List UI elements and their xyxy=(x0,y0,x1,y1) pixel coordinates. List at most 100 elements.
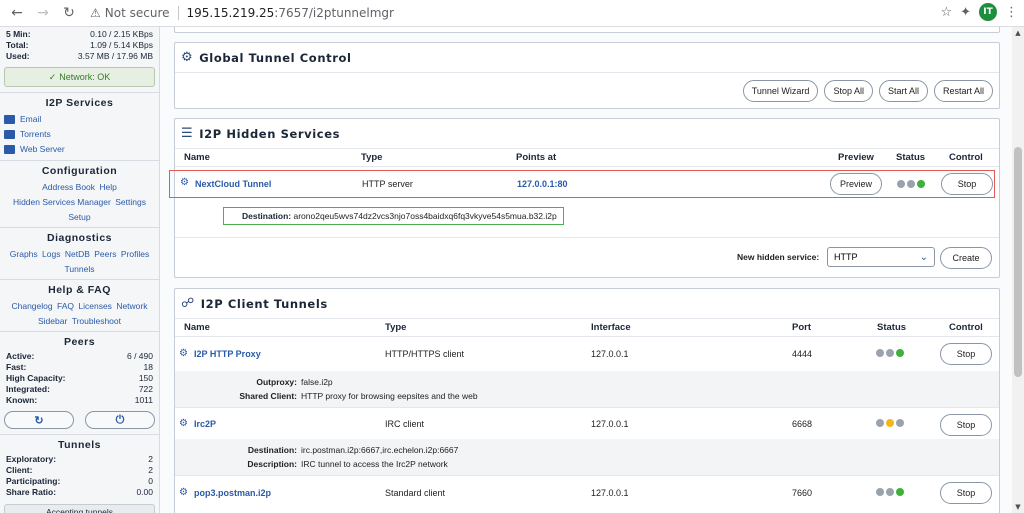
client-tunnels-panel: ☍ I2P Client Tunnels Name Type Interface… xyxy=(174,288,1000,513)
detail-label: Description: xyxy=(247,459,297,469)
link-address-book[interactable]: Address Book xyxy=(42,182,95,192)
bandwidth-used: Used: 3.57 MB / 17.96 MB xyxy=(6,51,153,61)
status-dot-running xyxy=(917,180,925,188)
gear-icon: ⚙ xyxy=(179,487,188,498)
tunnel-name[interactable]: I2P HTTP Proxy xyxy=(194,349,261,359)
link-logs[interactable]: Logs xyxy=(42,249,60,259)
link-hidden-services-manager[interactable]: Hidden Services Manager xyxy=(13,197,111,207)
tunnels-share-ratio: Share Ratio: 0.00 xyxy=(6,487,153,497)
tunnel-port: 6668 xyxy=(792,419,813,429)
configuration-links: Address Book Help Hidden Services Manage… xyxy=(0,180,159,227)
tunnel-wizard-button[interactable]: Tunnel Wizard xyxy=(742,80,819,102)
status-dot-idle xyxy=(876,419,884,427)
sidebar-item-torrents[interactable]: Torrents xyxy=(0,127,159,142)
tunnels-client: Client: 2 xyxy=(6,465,153,475)
email-icon xyxy=(4,115,15,124)
stop-tunnel-button[interactable]: Stop xyxy=(940,414,992,436)
hidden-service-name[interactable]: NextCloud Tunnel xyxy=(195,179,271,189)
link-netdb[interactable]: NetDB xyxy=(65,249,90,259)
tunnel-type: IRC client xyxy=(385,419,425,429)
status-dot-starting xyxy=(886,419,894,427)
tunnel-port: 7660 xyxy=(792,488,813,498)
link-network[interactable]: Network xyxy=(116,301,147,311)
tunnel-details: Outproxy: false.i2p Shared Client: HTTP … xyxy=(175,371,999,407)
extensions-icon[interactable]: ✦ xyxy=(960,5,971,20)
link-sidebar[interactable]: Sidebar xyxy=(38,316,67,326)
link-troubleshoot[interactable]: Troubleshoot xyxy=(72,316,121,326)
diagnostics-heading: Diagnostics xyxy=(0,227,159,247)
server-icon: ☰ xyxy=(181,126,194,141)
tunnels-exploratory: Exploratory: 2 xyxy=(6,454,153,464)
start-all-button[interactable]: Start All xyxy=(878,80,928,102)
new-hidden-service-label: New hidden service: xyxy=(737,252,820,262)
hidden-services-title: ☰ I2P Hidden Services xyxy=(175,119,999,149)
scrollbar-thumb[interactable] xyxy=(1014,147,1022,377)
url-path: :7657/i2ptunnelmgr xyxy=(274,6,394,20)
status-dot-idle xyxy=(876,488,884,496)
network-icon: ☍ xyxy=(181,296,195,311)
sidebar-item-email[interactable]: Email xyxy=(0,112,159,127)
link-changelog[interactable]: Changelog xyxy=(11,301,52,311)
menu-icon[interactable]: ⋮ xyxy=(1005,5,1018,20)
destination-value: arono2qeu5wvs74dz2vcs3njo7oss4baidxq6fq3… xyxy=(293,211,557,221)
bandwidth-total: Total: 1.09 / 5.14 KBps xyxy=(6,40,153,50)
network-status[interactable]: ✓ Network: OK xyxy=(4,67,155,87)
power-icon: ⏻ xyxy=(115,413,125,426)
status-indicator xyxy=(876,488,904,496)
stop-all-button[interactable]: Stop All xyxy=(824,80,873,102)
peers-active: Active: 6 / 490 xyxy=(6,351,153,361)
tunnel-interface: 127.0.0.1 xyxy=(591,419,629,429)
link-profiles[interactable]: Profiles xyxy=(121,249,149,259)
preview-button[interactable]: Preview xyxy=(830,173,882,195)
stop-hidden-service-button[interactable]: Stop xyxy=(941,173,993,195)
status-dot-idle xyxy=(907,180,915,188)
stop-tunnel-button[interactable]: Stop xyxy=(940,482,992,504)
help-heading: Help & FAQ xyxy=(0,279,159,299)
scroll-up-arrow-icon[interactable]: ▲ xyxy=(1012,29,1024,37)
gear-icon: ⚙ xyxy=(179,418,188,429)
stop-tunnel-button[interactable]: Stop xyxy=(940,343,992,365)
bookmark-star-icon[interactable]: ☆ xyxy=(940,5,952,20)
tunnel-interface: 127.0.0.1 xyxy=(591,349,629,359)
tunnel-name[interactable]: Irc2P xyxy=(194,419,216,429)
peers-heading: Peers xyxy=(0,331,159,351)
scrollbar[interactable]: ▲ ▼ xyxy=(1012,27,1024,513)
hidden-service-points-at[interactable]: 127.0.0.1:80 xyxy=(517,179,568,189)
chevron-down-icon: ⌄ xyxy=(919,251,928,263)
link-faq[interactable]: FAQ xyxy=(57,301,74,311)
tunnel-interface: 127.0.0.1 xyxy=(591,488,629,498)
hidden-service-type-select[interactable]: HTTP ⌄ xyxy=(827,247,935,267)
link-graphs[interactable]: Graphs xyxy=(10,249,38,259)
link-setup[interactable]: Setup xyxy=(68,212,90,222)
address-bar[interactable]: ⚠ Not secure 195.15.219.25:7657/i2ptunne… xyxy=(90,2,394,24)
tunnel-stats: Exploratory: 2 Client: 2 Participating: 0 S… xyxy=(0,454,159,498)
tunnel-name[interactable]: pop3.postman.i2p xyxy=(194,488,271,498)
sidebar-item-webserver[interactable]: Web Server xyxy=(0,142,159,157)
link-peers[interactable]: Peers xyxy=(94,249,116,259)
link-settings[interactable]: Settings xyxy=(115,197,146,207)
status-indicator xyxy=(897,180,925,188)
status-panel-edge xyxy=(174,27,1000,33)
services-heading: I2P Services xyxy=(0,92,159,112)
restart-router-button[interactable]: ↻ xyxy=(4,411,74,429)
url-host: 195.15.219.25 xyxy=(186,6,275,20)
shutdown-router-button[interactable]: ⏻ xyxy=(85,411,155,429)
create-button[interactable]: Create xyxy=(940,247,992,269)
restart-all-button[interactable]: Restart All xyxy=(933,80,993,102)
detail-value: HTTP proxy for browsing eepsites and the… xyxy=(301,391,478,401)
back-icon[interactable]: ← xyxy=(6,2,28,24)
global-control-title: ⚙ Global Tunnel Control xyxy=(175,43,999,73)
hidden-service-type: HTTP server xyxy=(362,179,413,189)
avatar[interactable]: IT xyxy=(979,3,997,21)
scroll-down-arrow-icon[interactable]: ▼ xyxy=(1012,503,1024,511)
status-dot-idle xyxy=(896,419,904,427)
link-help[interactable]: Help xyxy=(99,182,116,192)
link-tunnels[interactable]: Tunnels xyxy=(65,264,95,274)
reload-icon[interactable]: ↻ xyxy=(58,2,80,24)
forward-icon[interactable]: → xyxy=(32,2,54,24)
peers-stats: Active: 6 / 490 Fast: 18 High Capacity: 150… xyxy=(0,351,159,406)
detail-label: Shared Client: xyxy=(239,391,297,401)
link-licenses[interactable]: Licenses xyxy=(78,301,112,311)
new-hidden-service-row: New hidden service: HTTP ⌄ Create xyxy=(175,237,999,277)
tunnels-participating: Participating: 0 xyxy=(6,476,153,486)
